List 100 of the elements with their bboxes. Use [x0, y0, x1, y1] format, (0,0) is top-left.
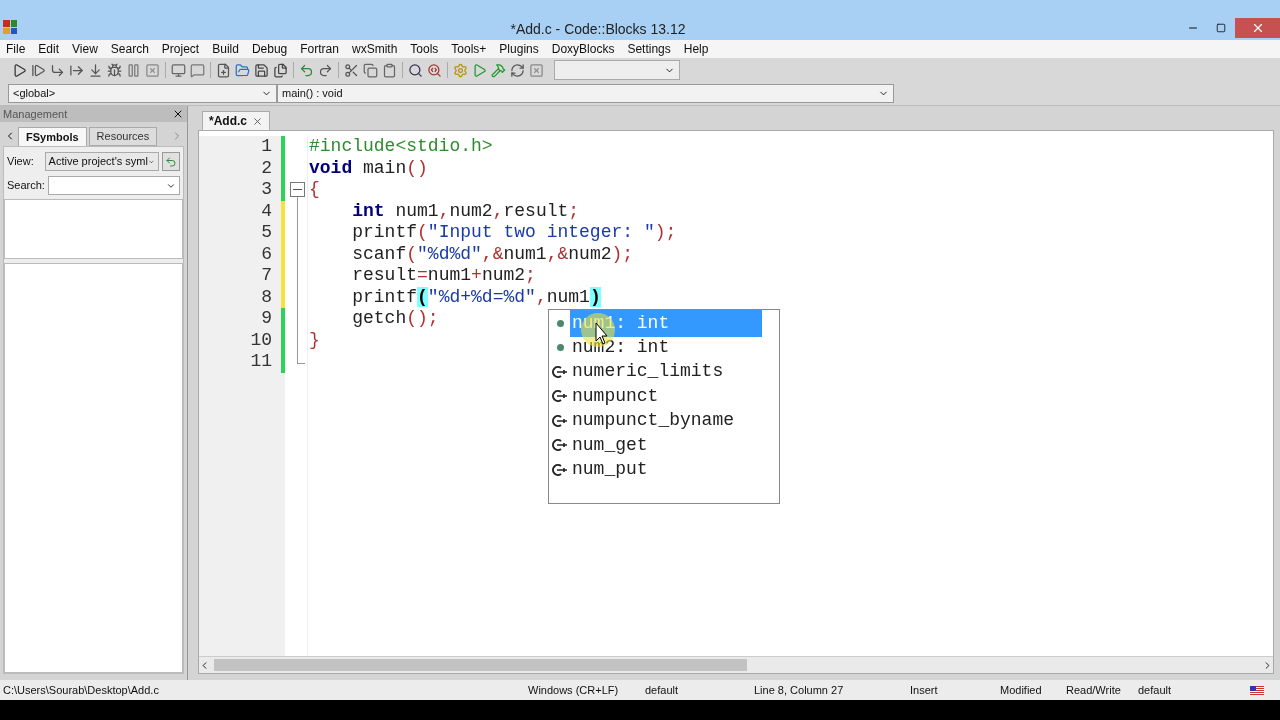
- undo-icon[interactable]: [299, 62, 314, 78]
- status-text: Modified: [1000, 682, 1043, 698]
- menu-item[interactable]: Debug: [251, 40, 288, 58]
- line-number: 5: [261, 222, 272, 244]
- line-number: 8: [261, 286, 272, 308]
- class-icon: [551, 438, 568, 453]
- line-number: 10: [250, 329, 272, 351]
- gear-icon[interactable]: [453, 62, 468, 78]
- scope-dropdown[interactable]: <global>: [8, 84, 277, 103]
- paste-icon[interactable]: [382, 62, 397, 78]
- menu-item[interactable]: Project: [161, 40, 200, 58]
- code-line: int num1,num2,result;: [351, 200, 580, 222]
- menu-item[interactable]: DoxyBlocks: [551, 40, 615, 58]
- info-icon[interactable]: [190, 62, 205, 78]
- panel-tab[interactable]: FSymbols: [18, 127, 87, 146]
- menu-item[interactable]: Fortran: [300, 40, 339, 58]
- menu-item[interactable]: Tools: [410, 40, 439, 58]
- variable-icon: [557, 319, 564, 327]
- build-run-icon[interactable]: [491, 62, 506, 78]
- copy-icon[interactable]: [363, 62, 378, 78]
- view-label: View:: [7, 154, 35, 170]
- status-text: Windows (CR+LF): [528, 682, 620, 698]
- save-icon[interactable]: [254, 62, 269, 78]
- code-line: printf("Input two integer: ");: [351, 222, 677, 244]
- menu-item[interactable]: File: [6, 40, 26, 58]
- line-number: 7: [261, 265, 272, 287]
- code-line: printf("%d+%d=%d",num1): [351, 286, 601, 308]
- line-number: 11: [250, 351, 272, 373]
- close-icon[interactable]: [172, 108, 184, 120]
- rebuild-icon[interactable]: [510, 62, 525, 78]
- line-number: 2: [261, 157, 272, 179]
- flag-icon: [1250, 685, 1264, 695]
- code-line: result=num1+num2;: [351, 265, 536, 287]
- new-file-icon[interactable]: [216, 62, 231, 78]
- menu-item[interactable]: Build: [212, 40, 239, 58]
- horizontal-scrollbar-thumb[interactable]: [214, 659, 747, 671]
- search-field[interactable]: [47, 176, 180, 195]
- replace-icon[interactable]: [427, 62, 442, 78]
- menu-item[interactable]: Plugins: [499, 40, 539, 58]
- fold-icon[interactable]: [290, 182, 305, 197]
- class-icon: [551, 364, 568, 379]
- completion-item[interactable]: numeric_limits: [549, 359, 779, 385]
- menu-item[interactable]: Tools+: [451, 40, 487, 58]
- function-dropdown[interactable]: main() : void: [277, 84, 894, 103]
- search-label: Search:: [7, 178, 45, 194]
- status-text: Read/Write: [1066, 682, 1122, 698]
- close-icon: [252, 115, 263, 127]
- line-number: 9: [261, 308, 272, 330]
- search-icon[interactable]: [408, 62, 423, 78]
- pause-icon[interactable]: [126, 62, 141, 78]
- completion-item[interactable]: num_put: [549, 457, 779, 482]
- window-icon[interactable]: [171, 62, 186, 78]
- class-icon: [551, 389, 568, 404]
- menu-item[interactable]: View: [72, 40, 98, 58]
- cut-icon[interactable]: [344, 62, 359, 78]
- class-icon: [551, 413, 568, 428]
- completion-item[interactable]: num_get: [549, 432, 779, 458]
- save-all-icon[interactable]: [273, 62, 288, 78]
- status-text: C:\Users\Sourab\Desktop\Add.c: [2, 682, 160, 698]
- stop-icon[interactable]: [145, 62, 160, 78]
- status-text: default: [1138, 682, 1173, 698]
- line-number: 4: [261, 200, 272, 222]
- debug-icon[interactable]: [107, 62, 122, 78]
- menu-item[interactable]: wxSmith: [351, 40, 398, 58]
- open-icon[interactable]: [235, 62, 250, 78]
- step-icon[interactable]: [31, 62, 46, 78]
- run-icon[interactable]: [12, 62, 27, 78]
- menu-item[interactable]: Settings: [627, 40, 671, 58]
- status-text: Insert: [910, 682, 939, 698]
- view-dropdown[interactable]: Active project's syml: [44, 152, 159, 171]
- code-line: }: [309, 329, 320, 351]
- completion-item[interactable]: numpunct_byname: [549, 408, 779, 433]
- line-number: 6: [261, 243, 272, 265]
- status-text: Line 8, Column 27: [754, 682, 845, 698]
- line-number: 3: [261, 179, 272, 201]
- code-line: {: [309, 179, 320, 201]
- line-number: 1: [261, 136, 272, 158]
- menu-item[interactable]: Help: [683, 40, 709, 58]
- redo-icon[interactable]: [318, 62, 333, 78]
- abort-icon[interactable]: [529, 62, 544, 78]
- code-line: void main(): [309, 157, 428, 179]
- app-logo-icon: [3, 20, 17, 34]
- maximize-icon: [1216, 23, 1226, 33]
- status-text: default: [645, 682, 680, 698]
- refresh-icon: [164, 155, 177, 168]
- code-line: scanf("%d%d",&num1,&num2);: [351, 243, 634, 265]
- next-line-icon[interactable]: [88, 62, 103, 78]
- menu-item[interactable]: Search: [110, 40, 149, 58]
- window-title: *Add.c - Code::Blocks 13.12: [510, 19, 686, 39]
- class-icon: [551, 462, 568, 477]
- refresh-button[interactable]: [161, 152, 180, 171]
- variable-icon: [557, 344, 564, 352]
- code-line: getch();: [351, 308, 439, 330]
- completion-item[interactable]: numpunct: [549, 384, 779, 409]
- code-line: #include<stdio.h>: [309, 136, 493, 158]
- panel-tab[interactable]: Resources: [88, 127, 158, 146]
- menu-item[interactable]: Edit: [38, 40, 60, 58]
- file-tab[interactable]: *Add.c: [202, 111, 270, 130]
- step-into-icon[interactable]: [50, 62, 65, 78]
- completion-item[interactable]: num2: int: [549, 335, 779, 360]
